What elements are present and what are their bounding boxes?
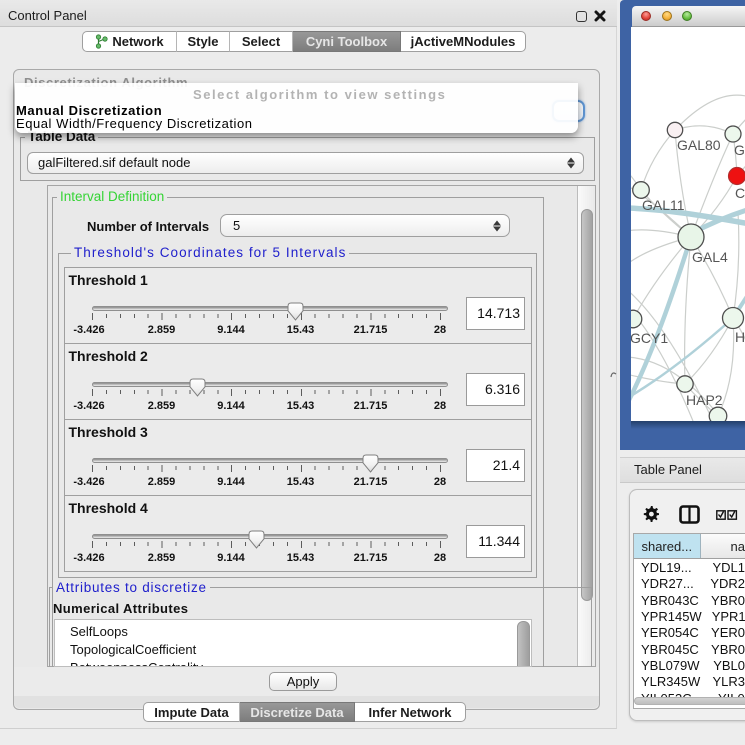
svg-text:GAL11: GAL11 (642, 197, 685, 213)
svg-text:GAL80: GAL80 (677, 137, 721, 153)
svg-text:GAL4: GAL4 (692, 249, 728, 265)
svg-text:GCY1: GCY1 (631, 330, 668, 346)
svg-text:C: C (735, 185, 745, 201)
svg-text:H: H (735, 329, 745, 345)
svg-text:GA: GA (734, 142, 745, 158)
svg-text:HAP2: HAP2 (686, 392, 723, 408)
